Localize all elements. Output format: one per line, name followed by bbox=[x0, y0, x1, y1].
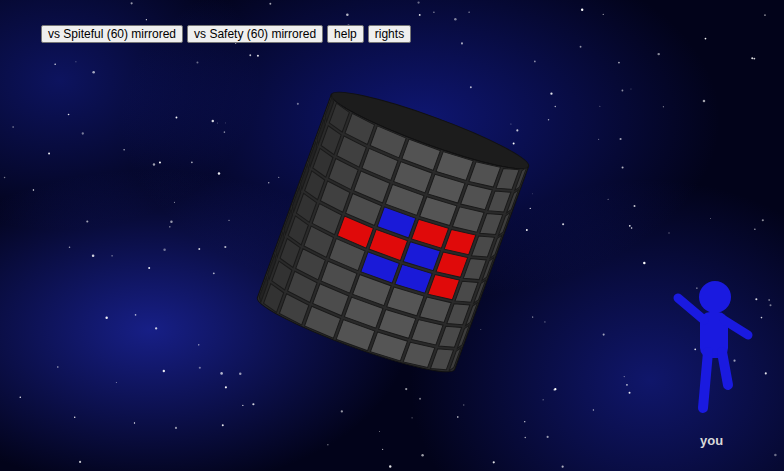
menu-button[interactable]: rights bbox=[368, 25, 411, 43]
menu-button[interactable]: vs Spiteful (60) mirrored bbox=[41, 25, 183, 43]
board-cell[interactable] bbox=[507, 189, 519, 214]
stars bbox=[4, 1, 777, 467]
cylinder-board[interactable] bbox=[253, 81, 534, 382]
board-cell[interactable] bbox=[498, 211, 510, 236]
board-cell[interactable] bbox=[490, 234, 502, 259]
board-cell[interactable] bbox=[370, 330, 407, 362]
player-figure-icon bbox=[678, 281, 748, 408]
board-cell[interactable] bbox=[457, 324, 469, 349]
game-scene: vs Spiteful (60) mirroredvs Safety (60) … bbox=[0, 0, 784, 471]
menu-button[interactable]: help bbox=[327, 25, 364, 43]
board-cell[interactable] bbox=[474, 279, 486, 304]
board-cell[interactable] bbox=[449, 347, 461, 372]
board-cell[interactable] bbox=[304, 306, 341, 338]
toolbar: vs Spiteful (60) mirroredvs Safety (60) … bbox=[0, 0, 784, 43]
player-label: you bbox=[700, 433, 723, 448]
menu-button[interactable]: vs Safety (60) mirrored bbox=[187, 25, 323, 43]
board-cell[interactable] bbox=[336, 320, 375, 351]
board-cell[interactable] bbox=[515, 166, 527, 191]
cylinder-body bbox=[253, 95, 529, 383]
board-cell[interactable] bbox=[403, 339, 435, 370]
cylinder-top-rim bbox=[326, 81, 533, 179]
board-cell[interactable] bbox=[466, 302, 478, 327]
board-cell[interactable] bbox=[482, 256, 494, 281]
board-cell[interactable] bbox=[278, 294, 310, 325]
space-canvas bbox=[0, 0, 784, 471]
